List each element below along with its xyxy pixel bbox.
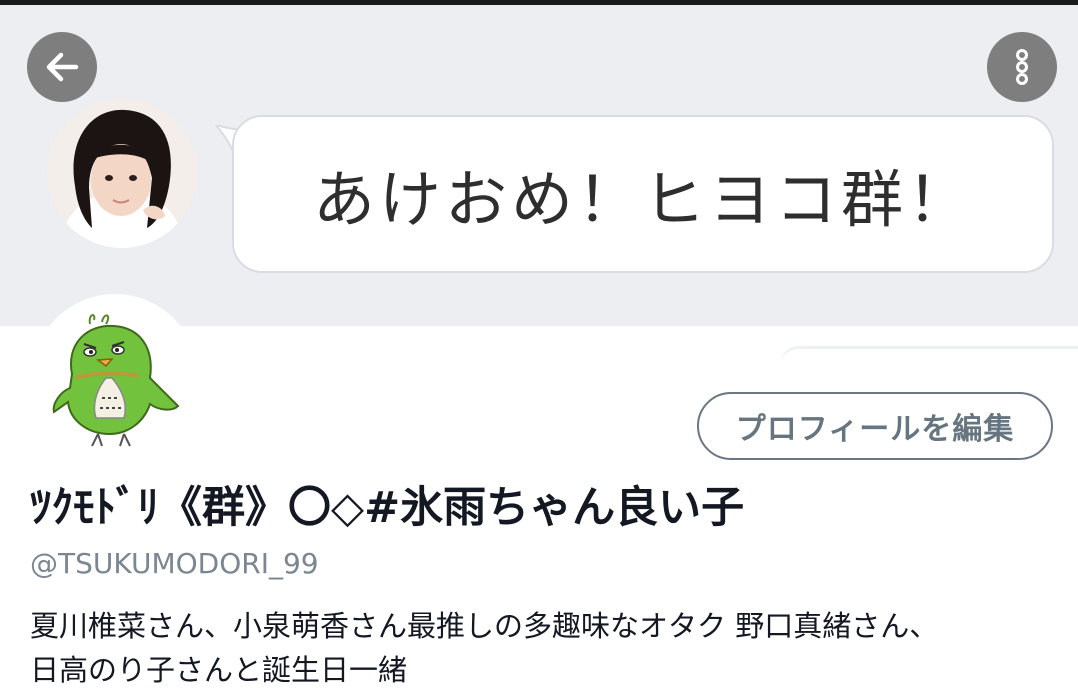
green-bird-avatar-image xyxy=(32,294,198,460)
more-vertical-icon xyxy=(1016,49,1028,85)
banner-greeting-text: あけおめ！ヒヨコ群！ xyxy=(312,163,973,236)
bio-line: 夏川椎菜さん、小泉萌香さん最推しの多趣味なオタク 野口真緒さん、 xyxy=(30,609,939,643)
profile-bio: 夏川椎菜さん、小泉萌香さん最推しの多趣味なオタク 野口真緒さん、 日高のり子さん… xyxy=(30,604,1060,692)
bio-line: 日高のり子さんと誕生日一緒 xyxy=(30,653,408,687)
speech-bubble: あけおめ！ヒヨコ群！ xyxy=(232,115,1054,273)
back-button[interactable] xyxy=(27,32,97,102)
more-options-button[interactable] xyxy=(987,32,1057,102)
profile-handle: @TSUKUMODORI_99 xyxy=(30,547,319,580)
arrow-left-icon xyxy=(46,52,79,82)
banner-bubble-edge xyxy=(780,346,1078,365)
banner-portrait-image xyxy=(47,98,197,248)
profile-display-name: ﾂｸﾓﾄﾞﾘ《群》〇◇#氷雨ちゃん良い子 xyxy=(30,483,745,533)
profile-banner[interactable]: あけおめ！ヒヨコ群！ xyxy=(0,5,1078,326)
profile-avatar[interactable] xyxy=(32,294,198,460)
edit-profile-button[interactable]: プロフィールを編集 xyxy=(697,392,1053,460)
